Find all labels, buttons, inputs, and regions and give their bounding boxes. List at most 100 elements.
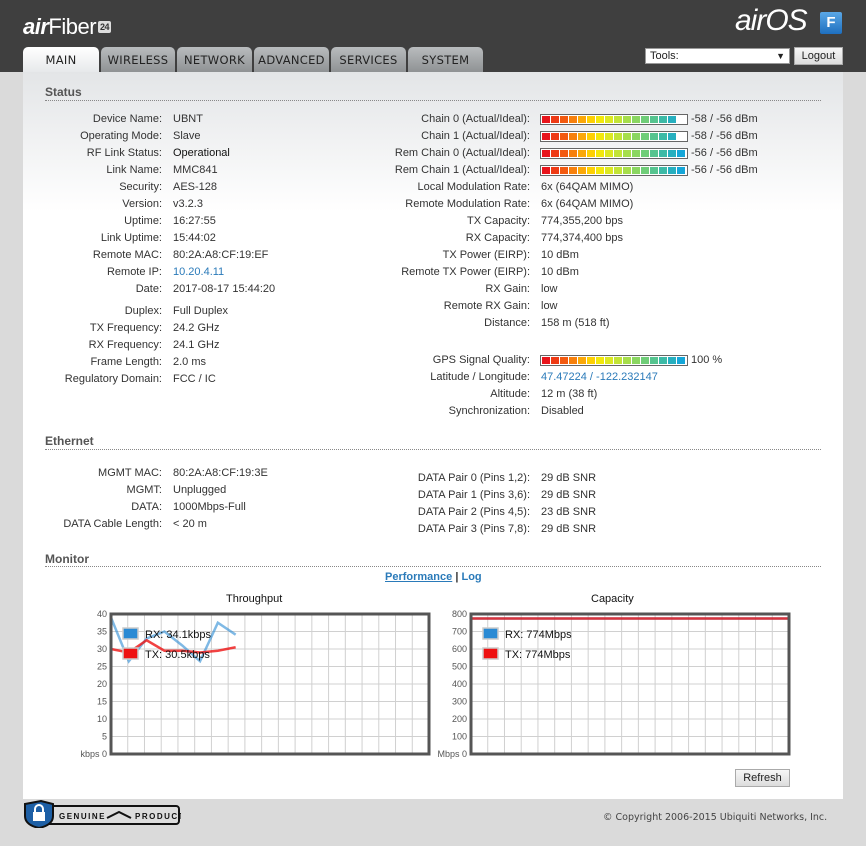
chain-0-signal-bar-segment [578,116,586,123]
gps-row-2-value: Disabled [541,405,584,417]
gps-signal-bar-segment [677,357,685,364]
status-frame-length-label: Frame Length: [90,356,162,368]
chain-2-signal-bar-segment [596,150,604,157]
throughput-chart-title: Throughput [226,593,283,605]
gps-signal-bar-segment [560,357,568,364]
y-tick-label: 40 [97,609,107,619]
chain-0-value: -58 / -56 dBm [691,113,758,125]
chain-0-signal-bar-segment [677,116,685,123]
status-date-value: 2017-08-17 15:44:20 [173,283,276,295]
chain-3-signal-bar-segment [587,167,595,174]
status-divider [45,100,821,101]
chain-3-signal-bar-segment [659,167,667,174]
chain-2-signal-bar-segment [578,150,586,157]
eth-left-1-label: MGMT: [126,484,162,496]
chain-1-label: Chain 1 (Actual/Ideal): [421,130,530,142]
status-link-uptime-value: 15:44:02 [173,232,216,244]
chain-3-value: -56 / -56 dBm [691,164,758,176]
chain-2-signal-bar-segment [569,150,577,157]
logout-button[interactable]: Logout [794,47,843,65]
chain-3-signal-bar-segment [668,167,676,174]
chain-3-label: Rem Chain 1 (Actual/Ideal): [394,164,530,176]
tab-services[interactable]: SERVICES [331,47,406,72]
chain-0-signal-bar-segment [596,116,604,123]
chain-0-signal-bar-segment [641,116,649,123]
tools-select[interactable]: Tools: ▼ [645,48,790,64]
status-rf-link-status-value: Operational [173,147,230,159]
chain-0-signal-bar-segment [569,116,577,123]
status-security-value: AES-128 [173,181,218,193]
tab-wireless[interactable]: WIRELESS [101,47,175,72]
eth-left-0-label: MGMT MAC: [98,467,162,479]
chain-1-signal-bar-segment [632,133,640,140]
chain-1-signal-bar-segment [542,133,550,140]
status-right-4-label: TX Power (EIRP): [442,249,530,261]
gps-signal-label: GPS Signal Quality: [432,354,530,366]
refresh-button[interactable]: Refresh [735,769,790,787]
eth-left-0-value: 80:2A:A8:CF:19:3E [173,467,268,479]
chain-1-signal-bar-segment [551,133,559,140]
logo-air-text: air [23,14,49,39]
gps-signal-bar-segment [659,357,667,364]
chain-0-signal-bar-segment [632,116,640,123]
status-duplex-value: Full Duplex [173,305,229,317]
gps-signal-bar-segment [632,357,640,364]
copyright: © Copyright 2006-2015 Ubiquiti Networks,… [603,812,828,823]
gps-row-2-label: Synchronization: [448,405,530,417]
performance-link[interactable]: Performance [385,571,452,583]
status-right-4-value: 10 dBm [541,249,579,261]
chain-3-signal-bar-segment [641,167,649,174]
y-tick-label: 5 [102,732,107,742]
logo-fiber-text: Fiber [48,14,97,39]
status-right-5-label: Remote TX Power (EIRP): [401,266,530,278]
chain-1-signal-bar-segment [641,133,649,140]
tab-network[interactable]: NETWORK [177,47,252,72]
log-link[interactable]: Log [461,571,481,583]
tab-system[interactable]: SYSTEM [408,47,483,72]
gps-signal-bar-segment [650,357,658,364]
chain-1-signal-bar-segment [560,133,568,140]
eth-left-3-value: < 20 m [173,518,207,530]
chain-0-signal-bar-segment [659,116,667,123]
status-link-uptime-label: Link Uptime: [100,232,162,244]
chain-1-signal-bar-segment [659,133,667,140]
gps-signal-bar-segment [641,357,649,364]
y-tick-label: 10 [97,714,107,724]
eth-left-3-label: DATA Cable Length: [63,518,162,530]
capacity-chart-title: Capacity [591,593,634,605]
gps-row-0-label: Latitude / Longitude: [430,371,530,383]
y-tick-label: 100 [452,732,467,742]
chain-2-value: -56 / -56 dBm [691,147,758,159]
status-right-7-value: low [541,300,558,312]
tab-advanced[interactable]: ADVANCED [254,47,329,72]
ethernet-section-title: Ethernet [45,434,94,448]
status-remote-ip-value[interactable]: 10.20.4.11 [173,264,224,281]
chain-2-signal-bar-segment [641,150,649,157]
dropdown-arrow-icon: ▼ [776,51,785,61]
gps-signal-bar-segment [542,357,550,364]
gps-signal-bar-segment [587,357,595,364]
y-tick-label: 200 [452,714,467,724]
chain-2-signal-bar-segment [614,150,622,157]
eth-left-1-value: Unplugged [173,484,227,496]
eth-left-2-value: 1000Mbps-Full [173,501,246,513]
gps-signal-bar-segment [623,357,631,364]
chain-3-signal-bar-segment [605,167,613,174]
legend-label-tx: TX: 30.5kbps [145,649,210,661]
status-right-8-value: 158 m (518 ft) [541,317,610,329]
chain-2-signal-bar-segment [560,150,568,157]
chain-1-signal-bar-segment [605,133,613,140]
tab-main[interactable]: MAIN [23,47,99,73]
status-right-1-value: 6x (64QAM MIMO) [541,198,634,210]
gps-row-0-value[interactable]: 47.47224 / -122.232147 [541,369,658,386]
chain-2-signal-bar-segment [632,150,640,157]
status-device-name-value: UBNT [173,113,203,125]
gps-row-1-label: Altitude: [490,388,530,400]
chain-1-signal-bar-segment [623,133,631,140]
y-tick-label: 20 [97,679,107,689]
y-tick-label: 500 [452,662,467,672]
y-tick-label: 300 [452,697,467,707]
legend-swatch-rx [122,627,139,640]
status-security-label: Security: [119,181,162,193]
legend-label-rx: RX: 774Mbps [505,629,572,641]
